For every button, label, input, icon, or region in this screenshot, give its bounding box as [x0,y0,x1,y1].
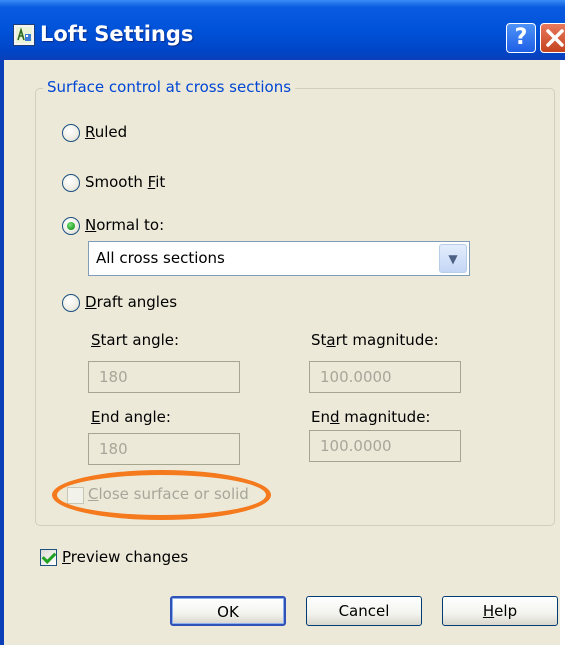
cancel-button[interactable]: Cancel [306,596,422,626]
group-legend: Surface control at cross sections [43,78,296,96]
start-magnitude-field[interactable]: 100.0000 [309,361,461,393]
loft-settings-dialog: Loft Settings ? Surface control at cross… [0,0,565,645]
chevron-down-icon[interactable]: ▼ [439,244,467,273]
start-angle-field[interactable]: 180 [88,361,240,393]
normal-to-selected-value: All cross sections [96,249,225,267]
ruled-radio[interactable] [62,124,80,142]
highlight-ring [52,470,271,520]
end-angle-field[interactable]: 180 [88,433,240,465]
normal-to-radio[interactable] [62,217,80,235]
ruled-label[interactable]: Ruled [85,123,127,141]
help-button[interactable]: Help [442,596,558,626]
close-icon[interactable] [540,23,565,53]
help-question-icon[interactable]: ? [506,23,536,53]
smooth-fit-label[interactable]: Smooth Fit [85,173,165,191]
end-magnitude-label: End magnitude: [311,408,431,426]
loft-app-icon [13,24,35,46]
ok-button[interactable]: OK [170,596,286,626]
preview-changes-checkbox[interactable] [40,549,57,566]
title-bar[interactable]: Loft Settings ? [0,0,565,60]
draft-angles-radio[interactable] [62,294,80,312]
start-angle-label: Start angle: [91,331,180,349]
preview-changes-label[interactable]: Preview changes [62,548,188,566]
window-title: Loft Settings [40,22,194,46]
draft-angles-label[interactable]: Draft angles [85,293,177,311]
end-magnitude-field[interactable]: 100.0000 [309,430,461,462]
normal-to-select[interactable]: All cross sections ▼ [88,241,470,276]
normal-to-label[interactable]: Normal to: [85,216,164,234]
start-magnitude-label: Start magnitude: [311,331,439,349]
window-frame-right [560,60,565,645]
window-frame-left [0,60,4,645]
smooth-fit-radio[interactable] [62,174,80,192]
end-angle-label: End angle: [91,408,171,426]
